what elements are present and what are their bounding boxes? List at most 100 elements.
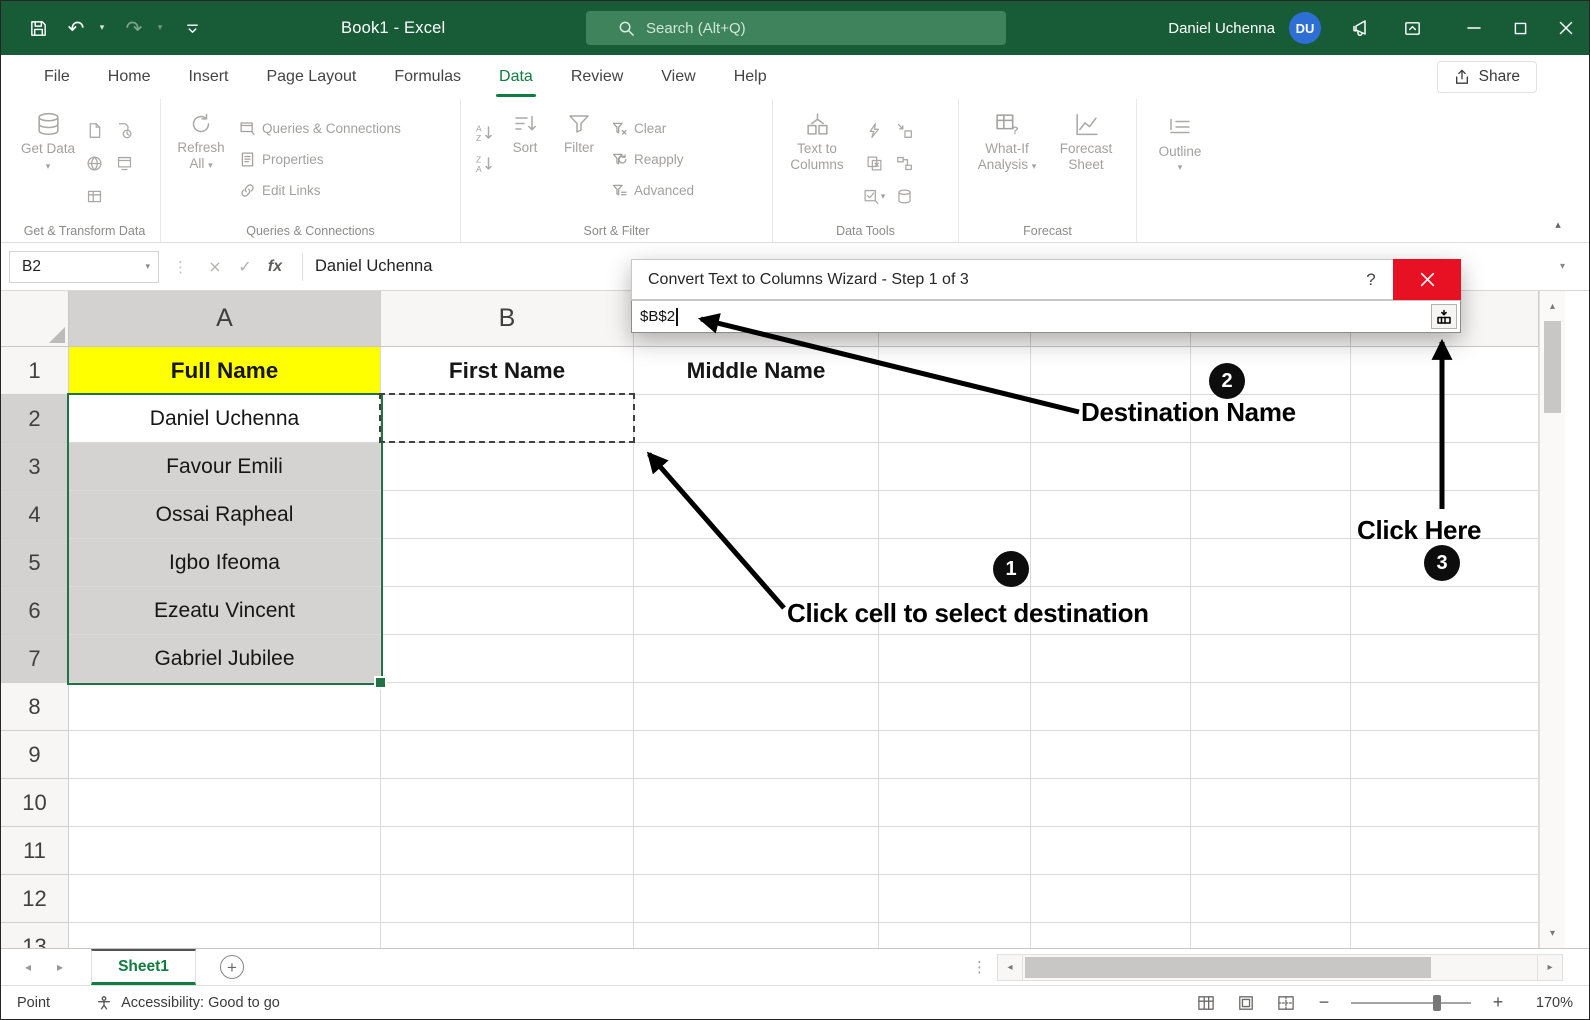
close-button[interactable] [1543,1,1589,55]
properties-button[interactable]: Properties [239,144,401,175]
column-header-A[interactable]: A [69,291,381,347]
cell-D4[interactable] [879,491,1031,539]
edit-links-button[interactable]: Edit Links [239,175,401,206]
relationships-button[interactable] [889,148,919,179]
minimize-button[interactable] [1451,1,1497,55]
undo-button[interactable]: ↶ [59,11,93,45]
cell-E13[interactable] [1031,923,1191,948]
avatar[interactable]: DU [1289,12,1321,44]
zoom-in-button[interactable]: + [1489,992,1507,1013]
add-sheet-button[interactable]: + [220,955,244,979]
menu-tab-help[interactable]: Help [715,55,786,99]
name-box[interactable]: B2 ▾ [9,251,159,283]
cell-D13[interactable] [879,923,1031,948]
undo-dropdown[interactable]: ▾ [97,11,113,45]
cell-E1[interactable] [1031,347,1191,395]
cell-D12[interactable] [879,875,1031,923]
cell-A7[interactable]: Gabriel Jubilee [69,635,381,683]
cell-A9[interactable] [69,731,381,779]
cell-B13[interactable] [381,923,634,948]
page-break-view-button[interactable] [1275,993,1297,1013]
recent-sources-button[interactable] [109,115,139,146]
cell-F8[interactable] [1191,683,1351,731]
cell-E3[interactable] [1031,443,1191,491]
existing-connections-button[interactable] [109,148,139,179]
cell-C8[interactable] [634,683,879,731]
row-header-9[interactable]: 9 [1,731,69,779]
clear-filter-button[interactable]: Clear [611,113,694,144]
cell-D9[interactable] [879,731,1031,779]
scroll-left-arrow[interactable]: ◂ [997,954,1023,981]
ribbon-display-options-button[interactable] [1395,11,1429,45]
cell-A4[interactable]: Ossai Rapheal [69,491,381,539]
row-header-6[interactable]: 6 [1,587,69,635]
cell-D2[interactable] [879,395,1031,443]
sheet-tab-sheet1[interactable]: Sheet1 [91,949,196,985]
row-header-7[interactable]: 7 [1,635,69,683]
zoom-level[interactable]: 170% [1525,995,1573,1011]
row-header-8[interactable]: 8 [1,683,69,731]
menu-tab-view[interactable]: View [642,55,714,99]
scroll-down-arrow[interactable]: ▾ [1540,920,1565,946]
cell-D8[interactable] [879,683,1031,731]
coming-soon-button[interactable] [1343,11,1377,45]
search-box[interactable]: Search (Alt+Q) [586,11,1006,45]
cell-G12[interactable] [1351,875,1539,923]
cell-C11[interactable] [634,827,879,875]
horizontal-scrollbar[interactable]: ◂ ▸ [997,954,1563,981]
accessibility-status[interactable]: Accessibility: Good to go [96,995,280,1011]
cell-F3[interactable] [1191,443,1351,491]
cell-A5[interactable]: Igbo Ifeoma [69,539,381,587]
row-header-12[interactable]: 12 [1,875,69,923]
row-header-2[interactable]: 2 [1,395,69,443]
cell-A12[interactable] [69,875,381,923]
cell-B6[interactable] [381,587,634,635]
cell-B1[interactable]: First Name [381,347,634,395]
cell-G7[interactable] [1351,635,1539,683]
dialog-help-button[interactable]: ? [1349,270,1393,290]
cell-B9[interactable] [381,731,634,779]
menu-tab-formulas[interactable]: Formulas [375,55,480,99]
row-header-5[interactable]: 5 [1,539,69,587]
zoom-out-button[interactable]: − [1315,992,1333,1013]
cell-B12[interactable] [381,875,634,923]
redo-button[interactable]: ↷ [117,11,151,45]
cell-C4[interactable] [634,491,879,539]
cell-G1[interactable] [1351,347,1539,395]
cell-B11[interactable] [381,827,634,875]
previous-sheet-arrow[interactable]: ◂ [25,960,31,974]
cancel-entry-button[interactable]: × [200,252,230,282]
cell-B4[interactable] [381,491,634,539]
row-header-3[interactable]: 3 [1,443,69,491]
page-layout-view-button[interactable] [1235,993,1257,1013]
sort-za-button[interactable]: ZA [469,148,499,179]
cell-G9[interactable] [1351,731,1539,779]
cell-C7[interactable] [634,635,879,683]
cell-C13[interactable] [634,923,879,948]
cell-G13[interactable] [1351,923,1539,948]
cell-D1[interactable] [879,347,1031,395]
scroll-up-arrow[interactable]: ▴ [1540,293,1565,319]
cell-C5[interactable] [634,539,879,587]
expand-formula-bar-button[interactable]: ▾ [1560,243,1565,290]
consolidate-button[interactable] [889,115,919,146]
menu-tab-review[interactable]: Review [552,55,642,99]
cell-F11[interactable] [1191,827,1351,875]
cell-A2[interactable]: Daniel Uchenna [69,395,381,443]
select-all-corner[interactable] [1,291,69,347]
cell-A1[interactable]: Full Name [69,347,381,395]
horizontal-scroll-track[interactable] [1023,954,1537,981]
cell-F4[interactable] [1191,491,1351,539]
redo-dropdown[interactable]: ▾ [155,11,171,45]
row-header-10[interactable]: 10 [1,779,69,827]
expand-dialog-button[interactable] [1431,304,1457,329]
text-to-columns-button[interactable]: Text to Columns [781,107,853,172]
column-header-B[interactable]: B [381,291,634,347]
cell-B10[interactable] [381,779,634,827]
cell-A6[interactable]: Ezeatu Vincent [69,587,381,635]
cell-C2[interactable] [634,395,879,443]
destination-ref-input[interactable]: $B$2 [631,300,1461,333]
insert-function-button[interactable]: fx [260,252,290,282]
data-validation-button[interactable]: ▾ [859,181,889,212]
menu-tab-page-layout[interactable]: Page Layout [247,55,375,99]
